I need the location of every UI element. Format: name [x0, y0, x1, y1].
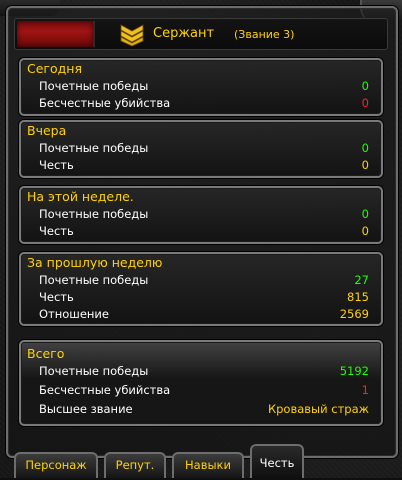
character-tabs: Персонаж Репут. Навыки Честь — [0, 444, 402, 478]
section-total: Всего Почетные победы 5192 Бесчестные уб… — [19, 340, 383, 426]
section-last-week: За прошлую неделю Почетные победы 27 Чес… — [19, 252, 383, 326]
tab-character[interactable]: Персонаж — [14, 452, 98, 478]
rank-header: Сержант (Звание 3) — [14, 18, 388, 50]
stat-value: 0 — [361, 141, 369, 155]
section-title: Вчера — [27, 123, 67, 138]
stat-label: Бесчестные убийства — [39, 96, 171, 110]
stat-row: Честь 0 — [21, 223, 381, 241]
section-title: Всего — [27, 346, 65, 361]
stat-row: Честь 815 — [21, 289, 381, 307]
stat-label: Бесчестные убийства — [39, 383, 171, 397]
stat-value: 0 — [361, 158, 369, 172]
stat-row: Высшее звание Кровавый страж — [21, 401, 381, 419]
stat-row: Бесчестные убийства 1 — [21, 382, 381, 400]
stat-label: Почетные победы — [39, 79, 149, 93]
stat-label: Почетные победы — [39, 273, 149, 287]
stat-row: Почетные победы 0 — [21, 140, 381, 158]
stat-row: Почетные победы 27 — [21, 272, 381, 290]
stat-value: 2569 — [339, 307, 369, 321]
stat-row: Почетные победы 5192 — [21, 363, 381, 381]
stat-value: Кровавый страж — [267, 402, 369, 416]
stat-value: 0 — [361, 79, 369, 93]
section-yesterday: Вчера Почетные победы 0 Честь 0 — [19, 120, 383, 178]
stat-label: Отношение — [39, 307, 109, 321]
stat-value: 5192 — [339, 364, 369, 378]
stat-label: Почетные победы — [39, 141, 149, 155]
section-this-week: На этой неделе. Почетные победы 0 Честь … — [19, 186, 383, 244]
section-title: На этой неделе. — [27, 189, 134, 204]
stat-label: Почетные победы — [39, 207, 149, 221]
tab-honor[interactable]: Честь — [250, 444, 304, 478]
stat-row: Почетные победы 0 — [21, 78, 381, 96]
stat-label: Честь — [39, 224, 74, 238]
stat-value: 27 — [354, 273, 369, 287]
rank-progress-bar — [17, 21, 95, 47]
rank-level: (Звание 3) — [234, 28, 295, 41]
stat-value: 0 — [361, 207, 369, 221]
stat-row: Почетные победы 0 — [21, 206, 381, 224]
sergeant-chevrons-icon — [120, 24, 144, 47]
stat-value: 0 — [361, 224, 369, 238]
section-title: За прошлую неделю — [27, 255, 163, 270]
stat-label: Почетные победы — [39, 364, 149, 378]
stat-row: Честь 0 — [21, 157, 381, 175]
stat-label: Честь — [39, 290, 74, 304]
stat-value: 1 — [361, 383, 369, 397]
stat-row: Бесчестные убийства 0 — [21, 95, 381, 113]
tab-reputation[interactable]: Репут. — [104, 452, 166, 478]
rank-name: Сержант — [153, 26, 215, 41]
stat-label: Высшее звание — [39, 402, 133, 416]
stat-row: Отношение 2569 — [21, 306, 381, 324]
section-today: Сегодня Почетные победы 0 Бесчестные уби… — [19, 58, 383, 116]
stat-label: Честь — [39, 158, 74, 172]
section-title: Сегодня — [27, 61, 82, 76]
stat-value: 0 — [361, 96, 369, 110]
stat-value: 815 — [347, 290, 369, 304]
tab-skills[interactable]: Навыки — [172, 452, 244, 478]
honor-panel: Сержант (Звание 3) Сегодня Почетные побе… — [0, 0, 402, 478]
